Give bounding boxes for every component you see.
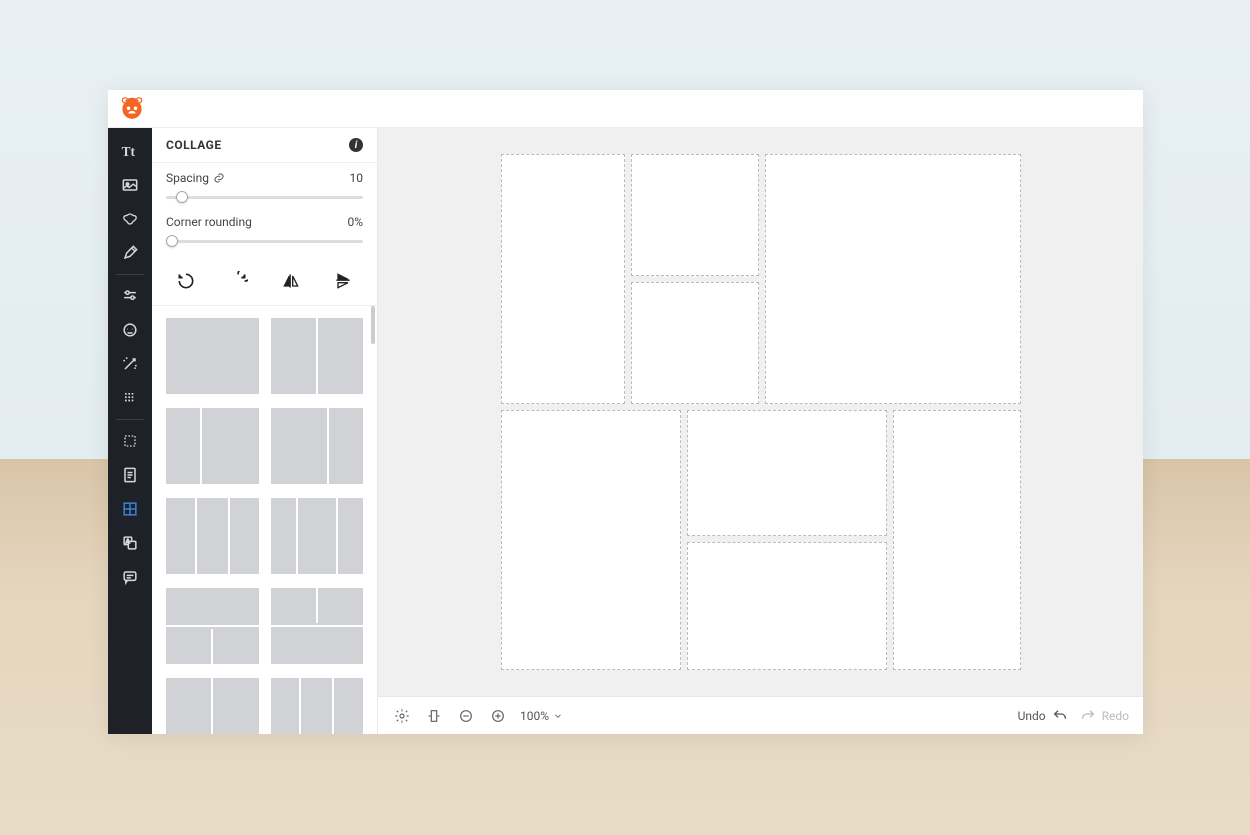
tool-strip: Tt A: [108, 128, 152, 734]
collage-cell[interactable]: [893, 410, 1021, 670]
redo-button[interactable]: Redo: [1080, 708, 1129, 724]
chevron-down-icon: [553, 711, 563, 721]
collage-cell[interactable]: [631, 154, 759, 276]
draw-tool[interactable]: [108, 236, 152, 270]
main-row: Tt A COLLAGE i Spacing: [108, 128, 1143, 734]
collage-canvas[interactable]: [501, 154, 1021, 670]
adjust-tool[interactable]: [108, 279, 152, 313]
undo-button[interactable]: Undo: [1018, 708, 1068, 724]
chat-tool[interactable]: [108, 560, 152, 594]
layout-thumb[interactable]: [271, 318, 364, 394]
collage-cell[interactable]: [501, 410, 681, 670]
canvas-viewport[interactable]: [378, 128, 1143, 696]
crop-tool[interactable]: [108, 424, 152, 458]
text-tool[interactable]: Tt: [108, 134, 152, 168]
layouts-list[interactable]: [152, 306, 377, 734]
zoom-dropdown[interactable]: 100%: [520, 709, 563, 723]
corner-slider[interactable]: [166, 233, 363, 249]
top-bar: [108, 90, 1143, 128]
corner-value: 0%: [347, 215, 363, 229]
svg-text:Tt: Tt: [122, 144, 136, 159]
bottom-bar: 100% Undo Redo: [378, 696, 1143, 734]
layout-thumb[interactable]: [166, 588, 259, 664]
layout-thumb[interactable]: [271, 408, 364, 484]
image-tool[interactable]: [108, 168, 152, 202]
layout-thumb[interactable]: [166, 408, 259, 484]
layout-thumb[interactable]: [271, 678, 364, 734]
zoom-value: 100%: [520, 709, 549, 723]
panel-header: COLLAGE i: [152, 128, 377, 163]
layout-thumb[interactable]: [271, 498, 364, 574]
undo-label: Undo: [1018, 709, 1046, 723]
corner-label: Corner rounding: [166, 215, 252, 229]
redo-label: Redo: [1102, 709, 1129, 723]
corner-control: Corner rounding 0%: [152, 207, 377, 257]
zoom-in-icon[interactable]: [488, 706, 508, 726]
zoom-out-icon[interactable]: [456, 706, 476, 726]
svg-text:A: A: [126, 539, 130, 545]
layout-thumb[interactable]: [271, 588, 364, 664]
flip-vertical-button[interactable]: [329, 267, 357, 295]
magic-tool[interactable]: [108, 347, 152, 381]
collage-cell[interactable]: [501, 154, 625, 404]
texture-tool[interactable]: [108, 381, 152, 415]
link-icon[interactable]: [213, 172, 225, 184]
translate-tool[interactable]: A: [108, 526, 152, 560]
collage-cell[interactable]: [631, 282, 759, 404]
fit-icon[interactable]: [424, 706, 444, 726]
spacing-value: 10: [350, 171, 364, 185]
flip-horizontal-button[interactable]: [277, 267, 305, 295]
side-panel: COLLAGE i Spacing 10 Corner rounding: [152, 128, 378, 734]
scrollbar-thumb[interactable]: [371, 306, 375, 344]
collage-cell[interactable]: [765, 154, 1021, 404]
canvas-area: 100% Undo Redo: [378, 128, 1143, 734]
transform-row: [152, 257, 377, 306]
collage-tool[interactable]: [108, 492, 152, 526]
spacing-slider[interactable]: [166, 189, 363, 205]
settings-icon[interactable]: [392, 706, 412, 726]
panel-title: COLLAGE: [166, 138, 222, 152]
layout-thumb[interactable]: [166, 498, 259, 574]
undo-icon: [1052, 708, 1068, 724]
face-tool[interactable]: [108, 313, 152, 347]
app-window: Tt A COLLAGE i Spacing: [108, 90, 1143, 734]
info-icon[interactable]: i: [349, 138, 363, 152]
spacing-control: Spacing 10: [152, 163, 377, 207]
collage-cell[interactable]: [687, 410, 887, 536]
redo-icon: [1080, 708, 1096, 724]
collage-cell[interactable]: [687, 542, 887, 670]
layout-thumb[interactable]: [166, 678, 259, 734]
rotate-cw-button[interactable]: [224, 267, 252, 295]
layout-thumb[interactable]: [166, 318, 259, 394]
template-tool[interactable]: [108, 458, 152, 492]
rotate-ccw-button[interactable]: [172, 267, 200, 295]
shapes-tool[interactable]: [108, 202, 152, 236]
spacing-label: Spacing: [166, 171, 209, 185]
logo-icon[interactable]: [118, 97, 146, 121]
